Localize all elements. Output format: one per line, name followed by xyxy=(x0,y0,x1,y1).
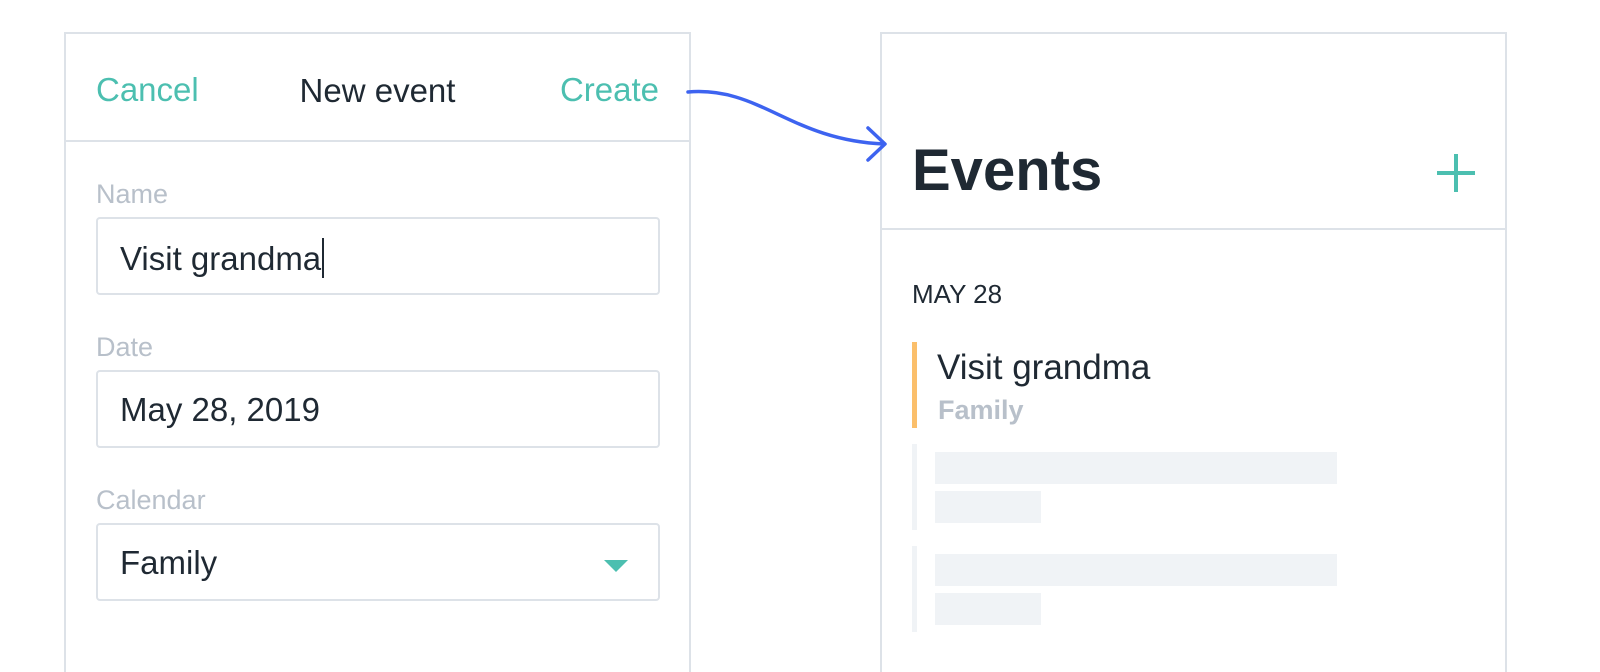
name-field-value: Visit grandma xyxy=(120,238,325,278)
event-item[interactable]: Visit grandma Family xyxy=(912,342,1412,430)
placeholder-item xyxy=(912,546,1352,636)
form-header: Cancel New event Create xyxy=(66,34,689,142)
calendar-label: Calendar xyxy=(96,485,206,515)
placeholder-item xyxy=(912,444,1352,534)
placeholder-bar xyxy=(912,444,917,530)
date-field-value: May 28, 2019 xyxy=(120,391,320,428)
placeholder-line xyxy=(935,554,1337,586)
calendar-color-bar xyxy=(912,342,917,428)
date-heading: MAY 28 xyxy=(912,279,1003,309)
stage: Cancel New event Create Name Visit grand… xyxy=(0,0,1600,672)
placeholder-line xyxy=(935,491,1041,523)
chevron-down-icon xyxy=(604,560,628,572)
create-button[interactable]: Create xyxy=(560,70,659,110)
events-panel: Events MAY 28 Visit grandma Family xyxy=(880,32,1507,672)
date-field[interactable]: May 28, 2019 xyxy=(96,370,660,448)
page-title: Events xyxy=(912,138,1103,203)
placeholder-line xyxy=(935,452,1337,484)
calendar-select-value: Family xyxy=(120,544,218,581)
name-label: Name xyxy=(96,179,169,209)
event-calendar: Family xyxy=(938,395,1024,425)
event-name: Visit grandma xyxy=(937,348,1151,387)
new-event-panel: Cancel New event Create Name Visit grand… xyxy=(64,32,691,672)
arrow-line xyxy=(686,89,886,146)
name-value-text: Visit grandma xyxy=(120,240,322,277)
text-cursor xyxy=(322,238,325,278)
events-header: Events xyxy=(882,34,1505,230)
placeholder-line xyxy=(935,593,1041,625)
calendar-select[interactable]: Family xyxy=(96,523,660,601)
date-label: Date xyxy=(96,332,154,362)
plus-icon[interactable] xyxy=(1437,154,1475,192)
placeholder-bar xyxy=(912,546,917,632)
name-field[interactable]: Visit grandma xyxy=(96,217,660,295)
